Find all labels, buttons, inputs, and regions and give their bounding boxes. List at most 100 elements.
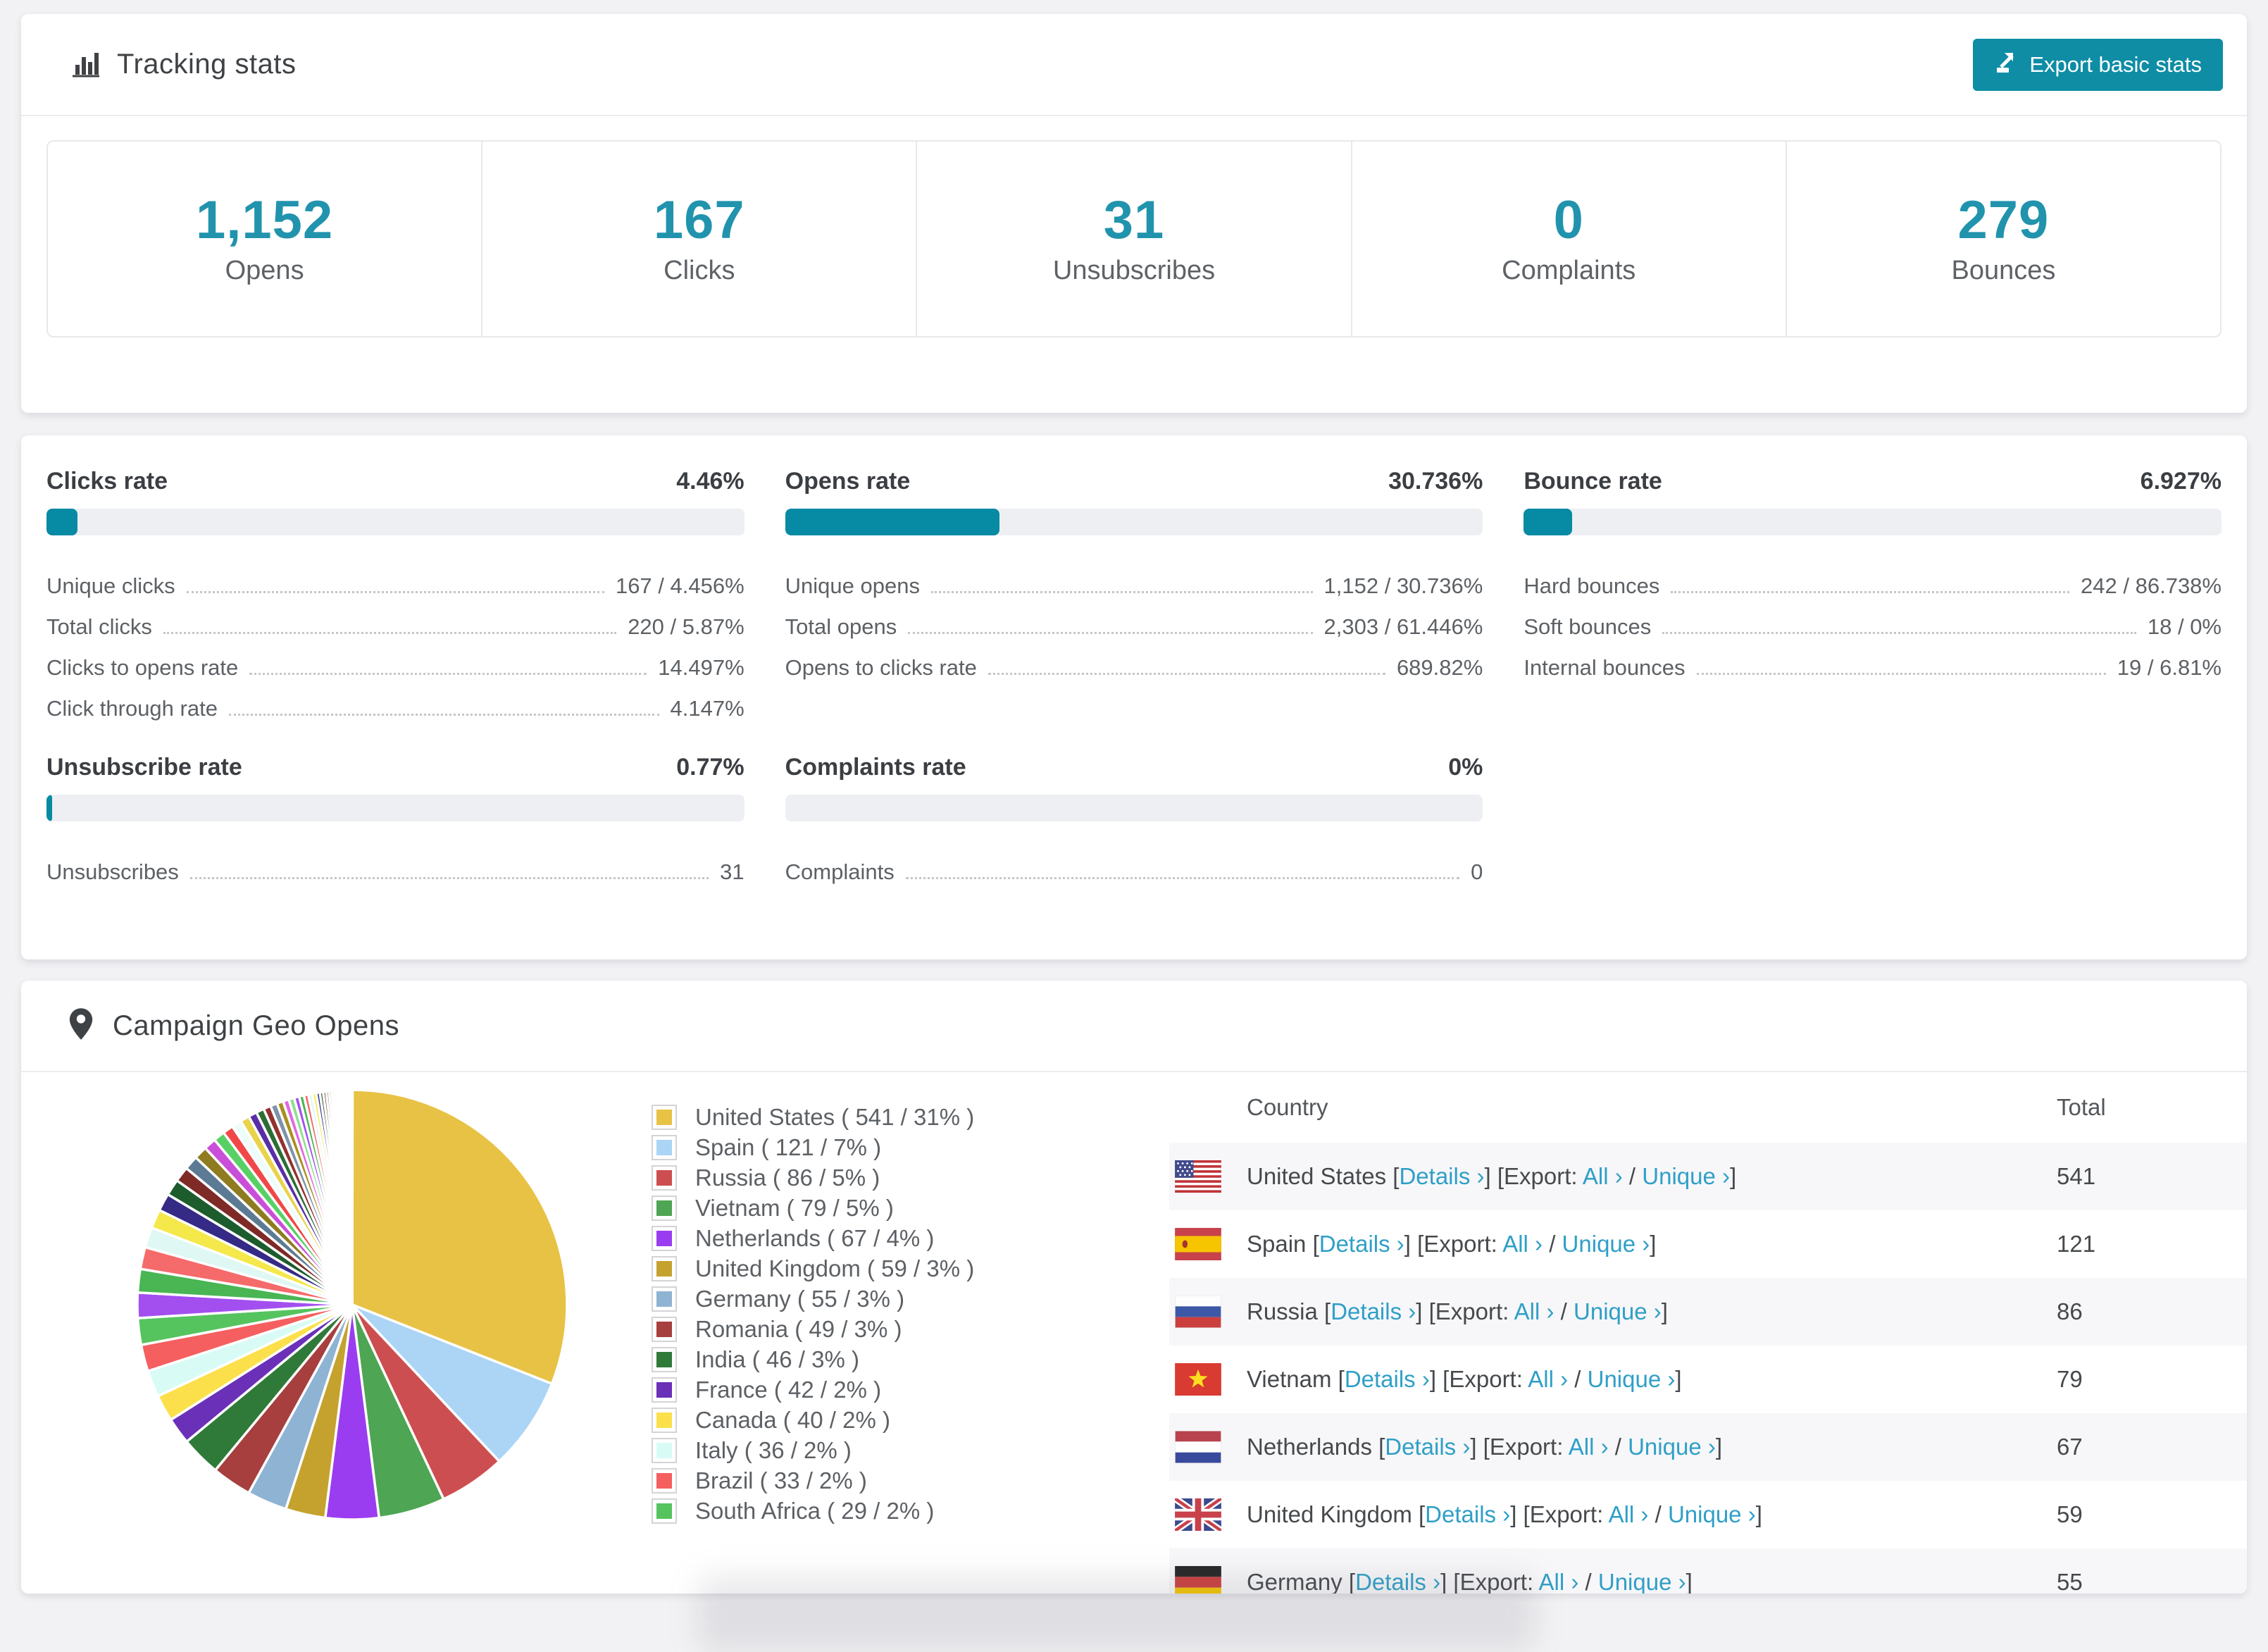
legend-swatch xyxy=(652,1286,677,1312)
legend-swatch xyxy=(652,1377,677,1403)
stat-row-unsubscribes: Unsubscribes 31 xyxy=(46,848,744,889)
stat-value: 18 / 0% xyxy=(2147,614,2222,639)
legend-label: Spain ( 121 / 7% ) xyxy=(695,1134,882,1160)
details-link-germany[interactable]: Details › xyxy=(1355,1569,1440,1594)
country-cell: Germany [Details ›] [Export: All › / Uni… xyxy=(1247,1569,1693,1594)
rate-title: Complaints rate xyxy=(785,754,966,781)
stat-row-internal-bounces: Internal bounces 19 / 6.81% xyxy=(1524,644,2222,685)
legend-label: United States ( 541 / 31% ) xyxy=(695,1103,975,1130)
summary-value: 279 xyxy=(1957,190,2050,250)
export-unique-link-vietnam[interactable]: Unique › xyxy=(1588,1366,1676,1392)
legend-item-italy[interactable]: Italy ( 36 / 2% ) xyxy=(652,1435,974,1465)
export-unique-link-united-kingdom[interactable]: Unique › xyxy=(1668,1501,1756,1527)
legend-item-india[interactable]: India ( 46 / 3% ) xyxy=(652,1344,974,1374)
details-link-russia[interactable]: Details › xyxy=(1331,1298,1416,1324)
rate-block-unsubscribe-rate: Unsubscribe rate 0.77% Unsubscribes 31 xyxy=(46,754,744,889)
rate-block-bounce-rate: Bounce rate 6.927% Hard bounces 242 / 86.73… xyxy=(1524,468,2222,726)
es-flag-icon xyxy=(1175,1228,1221,1260)
leader-dots xyxy=(1662,632,2136,634)
export-unique-link-russia[interactable]: Unique › xyxy=(1574,1298,1662,1324)
geo-table-header: Country Total xyxy=(1169,1072,2247,1143)
geo-table: Country Total United States [Details ›] … xyxy=(1169,1072,2247,1594)
total-cell: 67 xyxy=(2057,1434,2083,1460)
export-all-link-united-kingdom[interactable]: All › xyxy=(1609,1501,1649,1527)
export-all-link-germany[interactable]: All › xyxy=(1539,1569,1579,1594)
geo-table-row-spain: Spain [Details ›] [Export: All › / Uniqu… xyxy=(1169,1210,2247,1278)
legend-swatch xyxy=(652,1316,677,1342)
export-all-link-russia[interactable]: All › xyxy=(1514,1298,1554,1324)
export-basic-stats-button[interactable]: Export basic stats xyxy=(1973,38,2223,91)
legend-label: United Kingdom ( 59 / 3% ) xyxy=(695,1255,975,1281)
geo-pie-legend: United States ( 541 / 31% ) Spain ( 121 /… xyxy=(652,1102,974,1526)
export-unique-link-netherlands[interactable]: Unique › xyxy=(1628,1434,1716,1460)
country-name: United States xyxy=(1247,1163,1387,1189)
legend-item-russia[interactable]: Russia ( 86 / 5% ) xyxy=(652,1162,974,1193)
geo-pie-chart xyxy=(136,1088,568,1521)
legend-item-spain[interactable]: Spain ( 121 / 7% ) xyxy=(652,1132,974,1162)
legend-item-germany[interactable]: Germany ( 55 / 3% ) xyxy=(652,1284,974,1314)
progress-fill xyxy=(46,509,78,535)
rates-grid: Clicks rate 4.46% Unique clicks 167 / 4.456… xyxy=(21,435,2247,889)
stat-value: 689.82% xyxy=(1396,655,1483,680)
legend-item-romania[interactable]: Romania ( 49 / 3% ) xyxy=(652,1314,974,1344)
export-unique-link-spain[interactable]: Unique › xyxy=(1562,1231,1650,1257)
progress-fill xyxy=(46,795,52,821)
details-link-united-kingdom[interactable]: Details › xyxy=(1425,1501,1510,1527)
summary-cell-complaints: 0 Complaints xyxy=(1350,142,1786,336)
legend-label: Romania ( 49 / 3% ) xyxy=(695,1315,902,1342)
legend-label: South Africa ( 29 / 2% ) xyxy=(695,1497,935,1524)
details-link-spain[interactable]: Details › xyxy=(1319,1231,1404,1257)
country-cell: Russia [Details ›] [Export: All › / Uniq… xyxy=(1247,1298,1668,1324)
stat-label: Clicks to opens rate xyxy=(46,655,239,680)
tracking-stats-card: Tracking stats Export basic stats 1,152 O… xyxy=(21,14,2247,413)
leader-dots xyxy=(189,877,709,879)
summary-value: 0 xyxy=(1553,190,1584,250)
export-unique-link-united-states[interactable]: Unique › xyxy=(1642,1163,1730,1189)
legend-item-france[interactable]: France ( 42 / 2% ) xyxy=(652,1374,974,1405)
stat-label: Click through rate xyxy=(46,696,218,721)
stat-label: Soft bounces xyxy=(1524,614,1652,639)
export-all-link-spain[interactable]: All › xyxy=(1502,1231,1543,1257)
export-all-link-netherlands[interactable]: All › xyxy=(1569,1434,1609,1460)
rate-title: Bounce rate xyxy=(1524,468,1662,495)
geo-table-row-united-kingdom: United Kingdom [Details ›] [Export: All … xyxy=(1169,1481,2247,1548)
progress-fill xyxy=(785,509,1000,535)
rates-card: Clicks rate 4.46% Unique clicks 167 / 4.456… xyxy=(21,435,2247,959)
rate-rows: Complaints 0 xyxy=(785,848,1483,889)
geo-header: Campaign Geo Opens xyxy=(21,981,2247,1072)
total-cell: 59 xyxy=(2057,1501,2083,1527)
legend-item-united-kingdom[interactable]: United Kingdom ( 59 / 3% ) xyxy=(652,1253,974,1284)
details-link-vietnam[interactable]: Details › xyxy=(1345,1366,1430,1392)
rate-rows: Hard bounces 242 / 86.738% Soft bounces 18 … xyxy=(1524,562,2222,685)
legend-item-netherlands[interactable]: Netherlands ( 67 / 4% ) xyxy=(652,1223,974,1253)
rate-head: Clicks rate 4.46% xyxy=(46,468,744,499)
details-link-united-states[interactable]: Details › xyxy=(1399,1163,1484,1189)
rate-title: Opens rate xyxy=(785,468,911,495)
legend-swatch xyxy=(652,1467,677,1493)
legend-label: India ( 46 / 3% ) xyxy=(695,1346,859,1372)
legend-item-vietnam[interactable]: Vietnam ( 79 / 5% ) xyxy=(652,1193,974,1223)
export-all-link-vietnam[interactable]: All › xyxy=(1528,1366,1568,1392)
export-unique-link-germany[interactable]: Unique › xyxy=(1598,1569,1686,1594)
leader-dots xyxy=(930,591,1313,593)
export-all-link-united-states[interactable]: All › xyxy=(1583,1163,1623,1189)
rate-block-clicks-rate: Clicks rate 4.46% Unique clicks 167 / 4.456… xyxy=(46,468,744,726)
details-link-netherlands[interactable]: Details › xyxy=(1385,1434,1470,1460)
summary-cell-clicks: 167 Clicks xyxy=(481,142,916,336)
geo-table-row-germany: Germany [Details ›] [Export: All › / Uni… xyxy=(1169,1548,2247,1594)
pie-slice-other-44[interactable] xyxy=(350,1088,354,1305)
rate-rows: Unsubscribes 31 xyxy=(46,848,744,889)
legend-item-canada[interactable]: Canada ( 40 / 2% ) xyxy=(652,1405,974,1435)
legend-item-south-africa[interactable]: South Africa ( 29 / 2% ) xyxy=(652,1496,974,1526)
campaign-geo-opens-card: Campaign Geo Opens United States ( 541 /… xyxy=(21,981,2247,1594)
summary-cell-unsubscribes: 31 Unsubscribes xyxy=(916,142,1350,336)
stat-label: Hard bounces xyxy=(1524,573,1660,598)
progress-bar xyxy=(785,509,1483,535)
total-cell: 55 xyxy=(2057,1569,2083,1594)
leader-dots xyxy=(908,632,1313,634)
legend-item-brazil[interactable]: Brazil ( 33 / 2% ) xyxy=(652,1465,974,1496)
us-flag-icon xyxy=(1175,1160,1221,1193)
stat-row-complaints: Complaints 0 xyxy=(785,848,1483,889)
rate-title: Clicks rate xyxy=(46,468,168,495)
legend-item-united-states[interactable]: United States ( 541 / 31% ) xyxy=(652,1102,974,1132)
